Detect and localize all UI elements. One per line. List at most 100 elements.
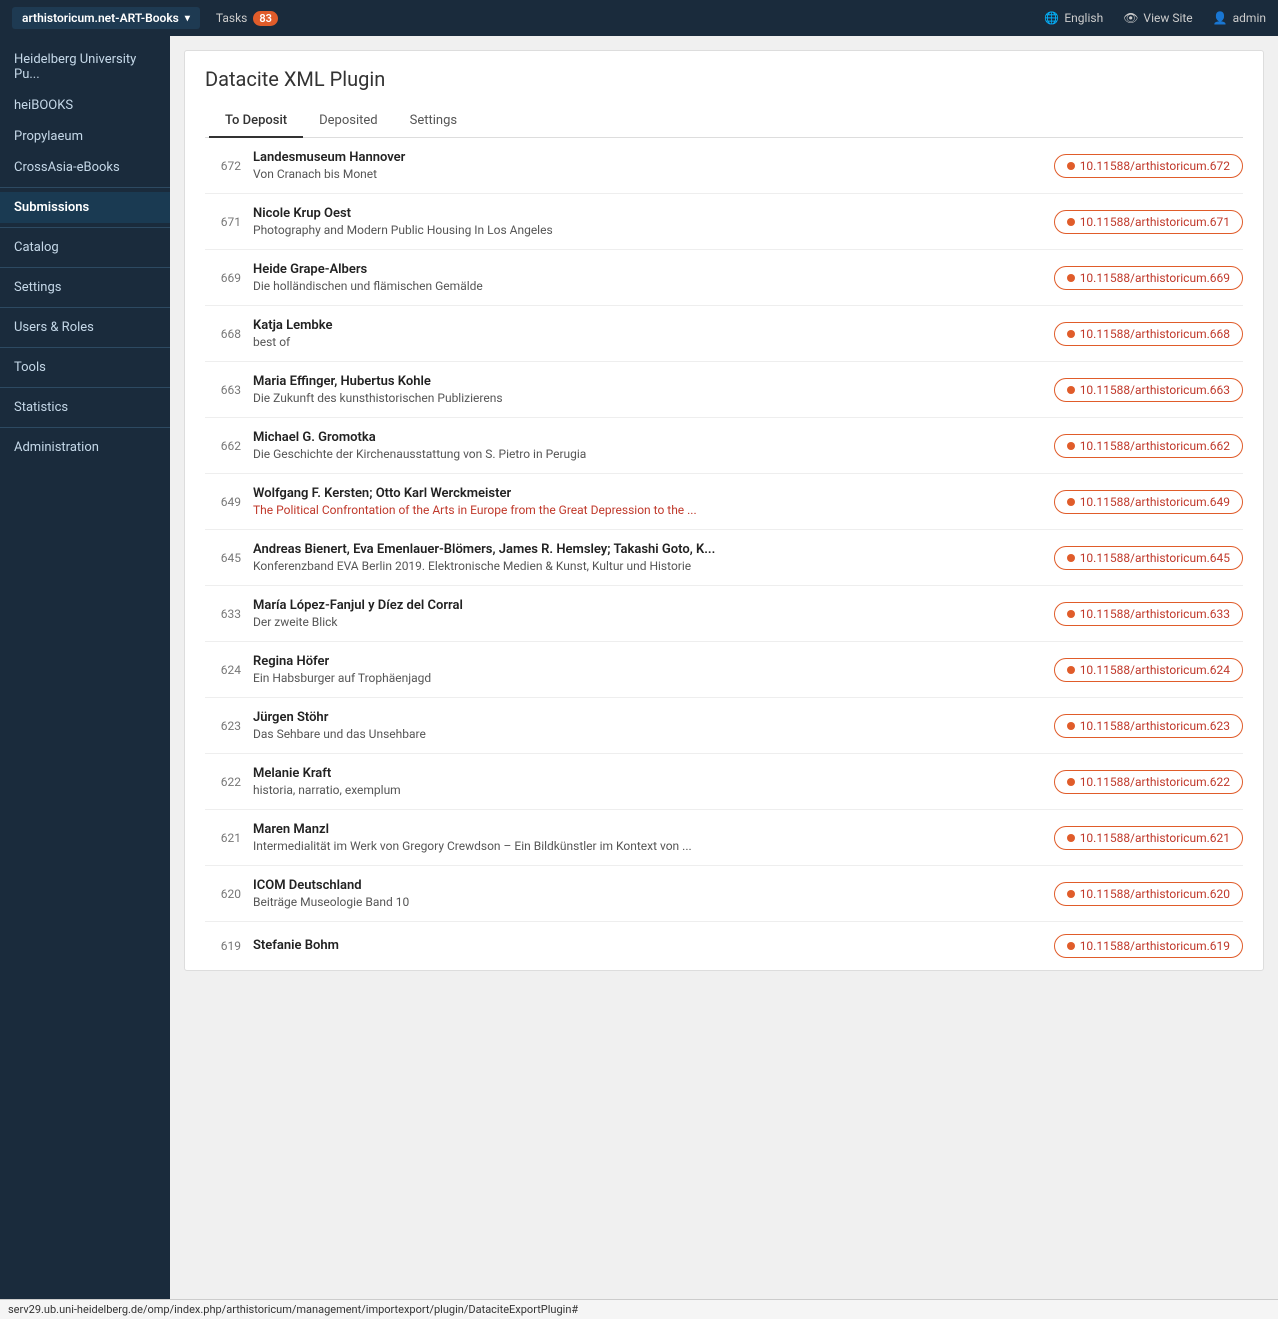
list-item: 623 Jürgen Stöhr Das Sehbare und das Uns… [205, 698, 1243, 754]
sidebar-divider-6 [0, 387, 170, 388]
globe-icon: 🌐 [1044, 11, 1059, 25]
sidebar-submissions-label: Submissions [14, 200, 89, 215]
item-doi[interactable]: 10.11588/arthistoricum.671 [1054, 210, 1243, 234]
item-number: 662 [205, 439, 241, 453]
item-doi[interactable]: 10.11588/arthistoricum.669 [1054, 266, 1243, 290]
sidebar-divider-2 [0, 227, 170, 228]
item-doi[interactable]: 10.11588/arthistoricum.621 [1054, 826, 1243, 850]
doi-link[interactable]: 10.11588/arthistoricum.663 [1054, 378, 1243, 402]
doi-link[interactable]: 10.11588/arthistoricum.633 [1054, 602, 1243, 626]
item-number: 663 [205, 383, 241, 397]
sidebar-item-crossasia[interactable]: CrossAsia-eBooks [0, 152, 170, 183]
doi-link[interactable]: 10.11588/arthistoricum.620 [1054, 882, 1243, 906]
item-number: 623 [205, 719, 241, 733]
item-info: Katja Lembke best of [253, 318, 1042, 349]
language-selector[interactable]: 🌐 English [1044, 11, 1103, 25]
item-subtitle: Beiträge Museologie Band 10 [253, 895, 1042, 909]
sidebar-settings-label: Settings [14, 280, 61, 295]
item-doi[interactable]: 10.11588/arthistoricum.649 [1054, 490, 1243, 514]
sidebar-divider-4 [0, 307, 170, 308]
doi-circle-icon [1067, 666, 1075, 674]
sidebar-catalog-label: Catalog [14, 240, 59, 255]
sidebar-heibooks-label: heiBOOKS [14, 98, 73, 113]
item-doi[interactable]: 10.11588/arthistoricum.663 [1054, 378, 1243, 402]
tasks-button[interactable]: Tasks 83 [216, 11, 278, 26]
doi-link[interactable]: 10.11588/arthistoricum.662 [1054, 434, 1243, 458]
tab-deposited[interactable]: Deposited [303, 105, 394, 138]
sidebar-item-submissions[interactable]: Submissions [0, 192, 170, 223]
doi-circle-icon [1067, 330, 1075, 338]
list-item: 671 Nicole Krup Oest Photography and Mod… [205, 194, 1243, 250]
statusbar-url: serv29.ub.uni-heidelberg.de/omp/index.ph… [8, 1303, 578, 1316]
item-title: Landesmuseum Hannover [253, 150, 1042, 165]
item-doi[interactable]: 10.11588/arthistoricum.662 [1054, 434, 1243, 458]
sidebar-item-settings[interactable]: Settings [0, 272, 170, 303]
sidebar-item-propylaeum[interactable]: Propylaeum [0, 121, 170, 152]
doi-link[interactable]: 10.11588/arthistoricum.672 [1054, 154, 1243, 178]
item-title: Regina Höfer [253, 654, 1042, 669]
item-doi[interactable]: 10.11588/arthistoricum.619 [1054, 934, 1243, 958]
sidebar-item-tools[interactable]: Tools [0, 352, 170, 383]
sidebar-item-statistics[interactable]: Statistics [0, 392, 170, 423]
doi-link[interactable]: 10.11588/arthistoricum.624 [1054, 658, 1243, 682]
item-doi[interactable]: 10.11588/arthistoricum.620 [1054, 882, 1243, 906]
sidebar-item-catalog[interactable]: Catalog [0, 232, 170, 263]
sidebar-item-administration[interactable]: Administration [0, 432, 170, 463]
item-doi[interactable]: 10.11588/arthistoricum.672 [1054, 154, 1243, 178]
item-doi[interactable]: 10.11588/arthistoricum.668 [1054, 322, 1243, 346]
sidebar-propylaeum-label: Propylaeum [14, 129, 83, 144]
view-site-link[interactable]: 👁 View Site [1123, 11, 1192, 25]
sidebar-item-users[interactable]: Users & Roles [0, 312, 170, 343]
item-info: Nicole Krup Oest Photography and Modern … [253, 206, 1042, 237]
doi-link[interactable]: 10.11588/arthistoricum.668 [1054, 322, 1243, 346]
item-number: 671 [205, 215, 241, 229]
item-subtitle: Die Zukunft des kunsthistorischen Publiz… [253, 391, 1042, 405]
sidebar-crossasia-label: CrossAsia-eBooks [14, 160, 120, 175]
item-number: 672 [205, 159, 241, 173]
brand-chevron-icon: ▾ [185, 13, 190, 24]
doi-link[interactable]: 10.11588/arthistoricum.621 [1054, 826, 1243, 850]
item-doi[interactable]: 10.11588/arthistoricum.624 [1054, 658, 1243, 682]
item-title: Maria Effinger, Hubertus Kohle [253, 374, 1042, 389]
tab-settings[interactable]: Settings [394, 105, 473, 138]
item-subtitle: Von Cranach bis Monet [253, 167, 1042, 181]
doi-circle-icon [1067, 498, 1075, 506]
doi-link[interactable]: 10.11588/arthistoricum.649 [1054, 490, 1243, 514]
doi-link[interactable]: 10.11588/arthistoricum.669 [1054, 266, 1243, 290]
admin-link[interactable]: 👤 admin [1213, 11, 1266, 25]
doi-value: 10.11588/arthistoricum.633 [1080, 607, 1230, 621]
item-title: Nicole Krup Oest [253, 206, 1042, 221]
doi-circle-icon [1067, 386, 1075, 394]
list-item: 619 Stefanie Bohm 10.11588/arthistoricum… [205, 922, 1243, 970]
list-item: 668 Katja Lembke best of 10.11588/arthis… [205, 306, 1243, 362]
sidebar-item-heibooks[interactable]: heiBOOKS [0, 90, 170, 121]
doi-value: 10.11588/arthistoricum.662 [1080, 439, 1230, 453]
doi-link[interactable]: 10.11588/arthistoricum.619 [1054, 934, 1243, 958]
item-doi[interactable]: 10.11588/arthistoricum.623 [1054, 714, 1243, 738]
tab-bar: To Deposit Deposited Settings [205, 105, 1243, 138]
doi-value: 10.11588/arthistoricum.668 [1080, 327, 1230, 341]
sidebar-item-heidelberg[interactable]: Heidelberg University Pu... [0, 44, 170, 90]
list-item: 662 Michael G. Gromotka Die Geschichte d… [205, 418, 1243, 474]
tab-to-deposit[interactable]: To Deposit [209, 105, 303, 138]
item-doi[interactable]: 10.11588/arthistoricum.645 [1054, 546, 1243, 570]
item-doi[interactable]: 10.11588/arthistoricum.622 [1054, 770, 1243, 794]
item-title: Jürgen Stöhr [253, 710, 1042, 725]
language-label: English [1064, 11, 1103, 25]
doi-link[interactable]: 10.11588/arthistoricum.622 [1054, 770, 1243, 794]
item-info: Maria Effinger, Hubertus Kohle Die Zukun… [253, 374, 1042, 405]
item-doi[interactable]: 10.11588/arthistoricum.633 [1054, 602, 1243, 626]
doi-link[interactable]: 10.11588/arthistoricum.645 [1054, 546, 1243, 570]
item-title: Maren Manzl [253, 822, 1042, 837]
sidebar: Heidelberg University Pu... heiBOOKS Pro… [0, 36, 170, 1319]
item-number: 645 [205, 551, 241, 565]
doi-link[interactable]: 10.11588/arthistoricum.671 [1054, 210, 1243, 234]
item-subtitle: Die Geschichte der Kirchenausstattung vo… [253, 447, 1042, 461]
brand-dropdown[interactable]: arthistoricum.net-ART-Books ▾ [12, 7, 200, 29]
doi-circle-icon [1067, 442, 1075, 450]
item-number: 624 [205, 663, 241, 677]
item-title: Stefanie Bohm [253, 938, 1042, 953]
doi-value: 10.11588/arthistoricum.619 [1080, 939, 1230, 953]
item-info: Wolfgang F. Kersten; Otto Karl Werckmeis… [253, 486, 1042, 517]
doi-link[interactable]: 10.11588/arthistoricum.623 [1054, 714, 1243, 738]
